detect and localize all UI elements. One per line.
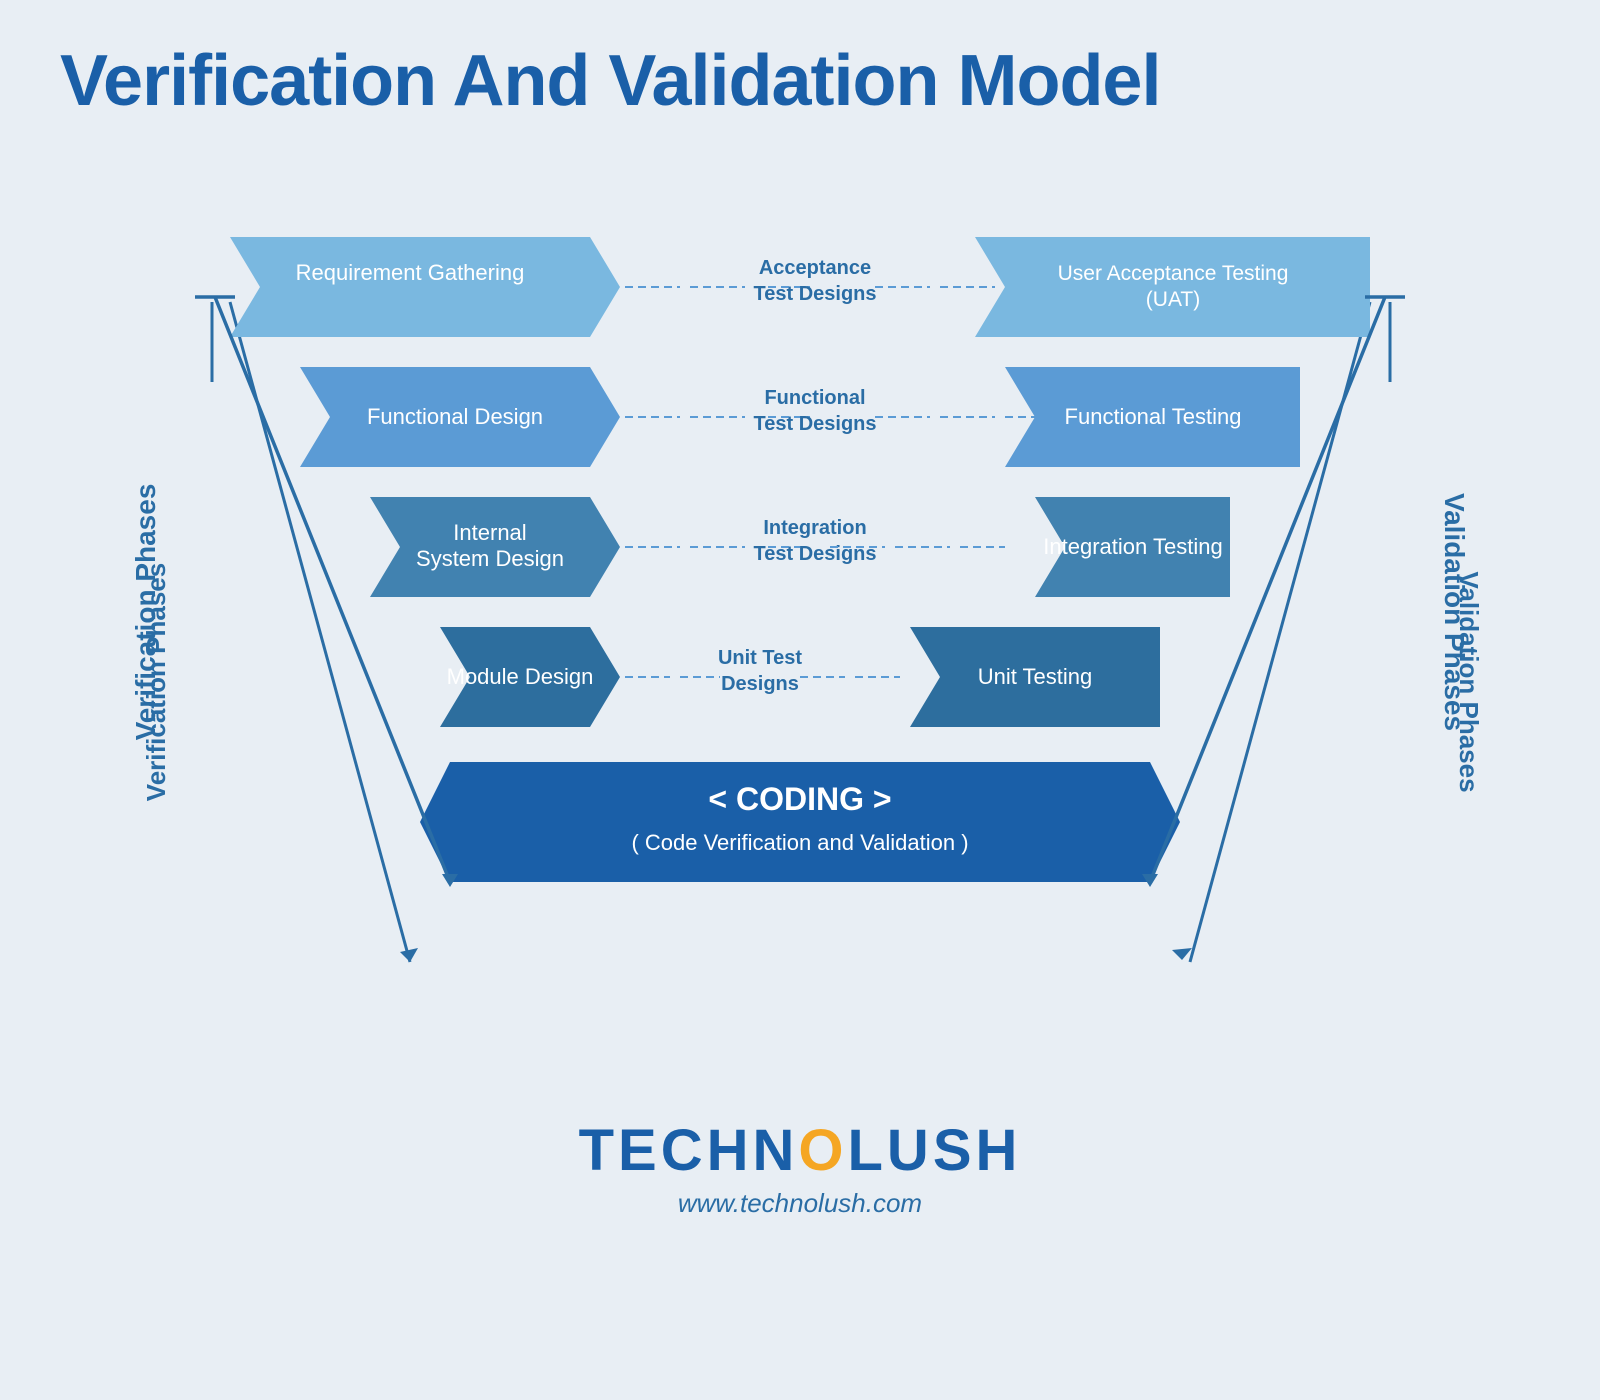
v-model-svg: Verification Phases Validation Phases Re… xyxy=(100,182,1500,1087)
svg-text:User Acceptance Testing: User Acceptance Testing xyxy=(1058,262,1289,285)
svg-text:Unit Testing: Unit Testing xyxy=(978,664,1093,689)
svg-text:Validation Phases: Validation Phases xyxy=(1439,493,1470,731)
svg-text:Test Designs: Test Designs xyxy=(754,413,877,435)
svg-text:< CODING >: < CODING > xyxy=(708,781,891,817)
svg-text:Test Designs: Test Designs xyxy=(754,283,877,305)
svg-text:System Design: System Design xyxy=(416,546,564,571)
svg-text:Functional Design: Functional Design xyxy=(367,404,543,429)
diagram-container: Verification Phases Validation Phases Re… xyxy=(60,182,1540,1087)
page-title: Verification And Validation Model xyxy=(60,40,1540,122)
svg-text:(UAT): (UAT) xyxy=(1146,288,1200,311)
brand-name: TECHNOLUSH xyxy=(579,1117,1022,1184)
svg-text:Unit Test: Unit Test xyxy=(718,647,802,669)
footer: TECHNOLUSH www.technolush.com xyxy=(579,1117,1022,1219)
svg-text:Functional: Functional xyxy=(764,387,865,409)
svg-text:Acceptance: Acceptance xyxy=(759,257,871,279)
brand-prefix: TECHN xyxy=(579,1118,799,1183)
svg-text:Integration: Integration xyxy=(763,517,866,539)
brand-url: www.technolush.com xyxy=(579,1188,1022,1219)
svg-text:Module Design: Module Design xyxy=(447,664,594,689)
svg-text:Internal: Internal xyxy=(453,520,526,545)
svg-text:Designs: Designs xyxy=(721,673,799,695)
svg-text:( Code Verification and Valida: ( Code Verification and Validation ) xyxy=(631,830,968,855)
svg-text:Verification Phases: Verification Phases xyxy=(130,484,161,741)
svg-text:Integration Testing: Integration Testing xyxy=(1043,534,1222,559)
svg-text:Functional Testing: Functional Testing xyxy=(1065,404,1242,429)
svg-text:Requirement Gathering: Requirement Gathering xyxy=(296,260,525,285)
brand-o: O xyxy=(798,1118,847,1183)
brand-suffix: LUSH xyxy=(848,1118,1022,1183)
